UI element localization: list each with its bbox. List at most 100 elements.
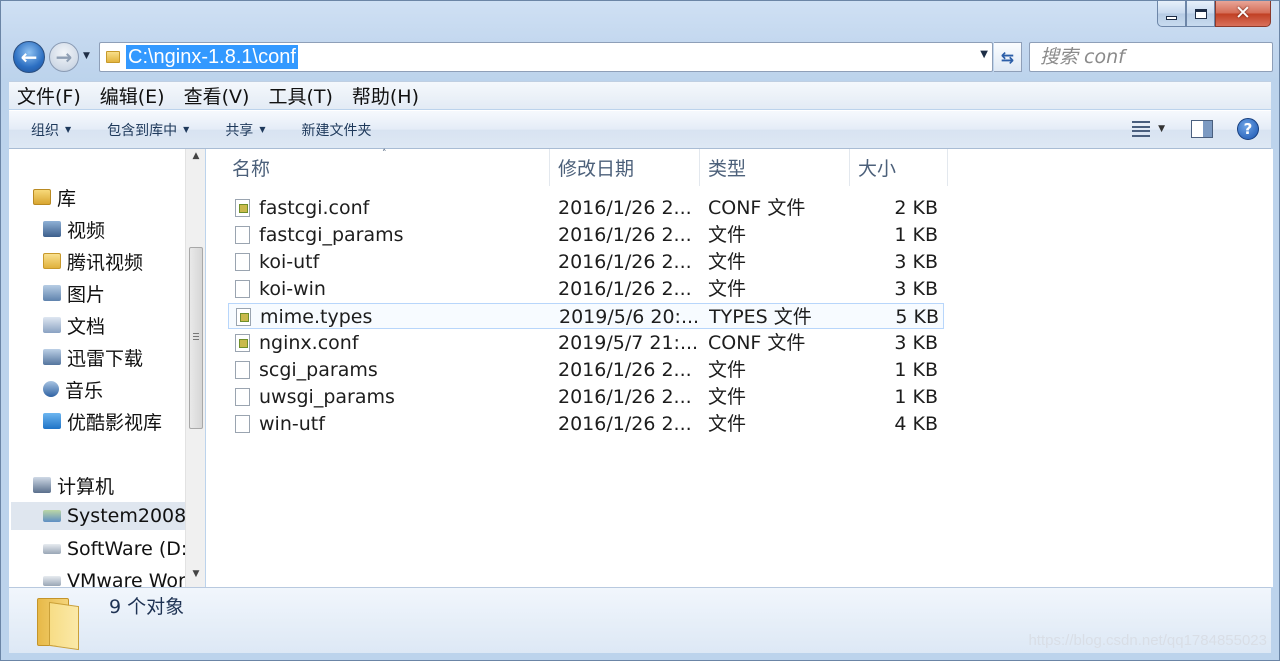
system-drive-icon: [43, 510, 61, 522]
nav-item-label: 腾讯视频: [67, 251, 144, 274]
documents-icon: [43, 317, 61, 333]
new-folder-button[interactable]: 新建文件夹: [301, 120, 371, 140]
navigation-scrollbar[interactable]: ▲ ▼: [185, 149, 205, 587]
chevron-down-icon: ▼: [65, 125, 72, 134]
config-file-icon: [235, 334, 250, 352]
file-row[interactable]: nginx.conf 2019/5/7 21:... CONF 文件 3 KB: [228, 330, 944, 356]
nav-drive-system[interactable]: System2008: [11, 502, 185, 530]
drive-icon: [43, 544, 61, 554]
file-name: fastcgi.conf: [259, 197, 370, 219]
file-row[interactable]: uwsgi_params 2016/1/26 2... 文件 1 KB: [228, 384, 944, 410]
forward-button[interactable]: →: [49, 42, 79, 72]
music-icon: [43, 381, 59, 397]
nav-drive-label: SoftWare (D:: [67, 538, 185, 560]
nav-item-label: 优酷影视库: [67, 411, 163, 434]
file-size: 3 KB: [894, 332, 938, 354]
maximize-button[interactable]: [1186, 1, 1215, 27]
organize-button[interactable]: 组织 ▼: [31, 120, 71, 140]
file-type: 文件: [708, 359, 747, 381]
file-modified: 2019/5/6 20:...: [559, 306, 699, 328]
column-header-size[interactable]: 大小: [850, 149, 948, 186]
address-bar[interactable]: C:\nginx-1.8.1\conf ▼: [99, 42, 993, 72]
file-row[interactable]: win-utf 2016/1/26 2... 文件 4 KB: [228, 411, 944, 437]
file-modified: 2016/1/26 2...: [558, 224, 692, 246]
nav-item-youku[interactable]: 优酷影视库: [43, 407, 162, 435]
nav-item-tencent-video[interactable]: 腾讯视频: [43, 247, 143, 275]
file-modified: 2016/1/26 2...: [558, 359, 692, 381]
back-button[interactable]: ←: [13, 41, 45, 73]
nav-drive-software[interactable]: SoftWare (D:: [43, 535, 185, 563]
include-in-library-button[interactable]: 包含到库中 ▼: [107, 120, 189, 140]
preview-pane-icon[interactable]: [1191, 120, 1213, 138]
nav-item-xunlei-downloads[interactable]: 迅雷下载: [43, 343, 143, 371]
column-header-type[interactable]: 类型: [700, 149, 850, 186]
file-modified: 2016/1/26 2...: [558, 197, 692, 219]
file-size: 4 KB: [894, 413, 938, 435]
file-row[interactable]: scgi_params 2016/1/26 2... 文件 1 KB: [228, 357, 944, 383]
nav-computer[interactable]: 计算机: [33, 471, 114, 499]
item-count: 9 个对象: [109, 596, 185, 618]
menu-file[interactable]: 文件(F): [15, 82, 83, 109]
caption-buttons: ✕: [1157, 1, 1271, 27]
minimize-icon: [1166, 15, 1177, 20]
scroll-down-arrow-icon[interactable]: ▼: [186, 569, 206, 585]
file-name: koi-utf: [259, 251, 320, 273]
computer-icon: [33, 477, 51, 493]
minimize-button[interactable]: [1157, 1, 1186, 27]
address-path[interactable]: C:\nginx-1.8.1\conf: [126, 45, 298, 69]
refresh-button[interactable]: ⇆: [994, 42, 1022, 72]
recent-pages-dropdown[interactable]: ▼: [83, 51, 90, 61]
file-modified: 2016/1/26 2...: [558, 386, 692, 408]
column-header-label: 修改日期: [558, 158, 635, 180]
file-type: CONF 文件: [708, 332, 806, 354]
file-row[interactable]: fastcgi_params 2016/1/26 2... 文件 1 KB: [228, 222, 944, 248]
file-type: TYPES 文件: [709, 306, 812, 328]
scrollbar-thumb[interactable]: [189, 247, 203, 429]
menu-view[interactable]: 查看(V): [182, 82, 252, 109]
search-input[interactable]: [1030, 44, 1280, 70]
folder-icon: [106, 51, 120, 63]
file-list-pane: ˄ 名称 修改日期 类型 大小 fastcgi.conf 2016/1/26 2…: [206, 149, 1273, 587]
nav-drive-label: System2008: [67, 505, 185, 527]
menu-tools[interactable]: 工具(T): [266, 82, 334, 109]
file-type: 文件: [708, 413, 747, 435]
help-icon[interactable]: ?: [1237, 118, 1259, 140]
nav-drive-vmware[interactable]: VMware Wor: [43, 567, 185, 587]
column-header-modified[interactable]: 修改日期: [550, 149, 700, 186]
folder-icon: [43, 253, 61, 269]
change-view-icon[interactable]: [1132, 121, 1151, 137]
view-controls: ▼ ?: [1132, 118, 1259, 140]
file-name: koi-win: [259, 278, 326, 300]
file-row[interactable]: koi-win 2016/1/26 2... 文件 3 KB: [228, 276, 944, 302]
nav-libraries[interactable]: 库: [33, 183, 76, 211]
file-size: 3 KB: [894, 278, 938, 300]
scroll-up-arrow-icon[interactable]: ▲: [186, 151, 206, 167]
nav-item-music[interactable]: 音乐: [43, 375, 103, 403]
share-label: 共享: [225, 122, 254, 139]
close-icon: ✕: [1235, 2, 1251, 24]
nav-item-documents[interactable]: 文档: [43, 311, 105, 339]
column-header-name[interactable]: 名称: [224, 149, 550, 186]
nav-item-label: 视频: [67, 219, 106, 242]
file-icon: [235, 388, 250, 406]
menu-help[interactable]: 帮助(H): [350, 82, 421, 109]
close-button[interactable]: ✕: [1215, 1, 1271, 27]
file-size: 3 KB: [894, 251, 938, 273]
file-row[interactable]: mime.types 2019/5/6 20:... TYPES 文件 5 KB: [228, 303, 944, 329]
file-type: 文件: [708, 278, 747, 300]
nav-item-pictures[interactable]: 图片: [43, 279, 105, 307]
view-options-dropdown[interactable]: ▼: [1158, 124, 1165, 134]
file-name: fastcgi_params: [259, 224, 404, 246]
grip-icon: [193, 333, 199, 340]
file-row[interactable]: fastcgi.conf 2016/1/26 2... CONF 文件 2 KB: [228, 195, 944, 221]
nav-item-video[interactable]: 视频: [43, 215, 105, 243]
file-size: 2 KB: [894, 197, 938, 219]
downloads-icon: [43, 349, 61, 365]
search-box[interactable]: [1029, 42, 1280, 72]
back-arrow-icon: ←: [20, 45, 38, 69]
address-dropdown-icon[interactable]: ▼: [980, 49, 988, 60]
file-row[interactable]: koi-utf 2016/1/26 2... 文件 3 KB: [228, 249, 944, 275]
menu-edit[interactable]: 编辑(E): [98, 82, 167, 109]
chevron-down-icon: ▼: [183, 125, 190, 134]
share-button[interactable]: 共享 ▼: [225, 120, 265, 140]
